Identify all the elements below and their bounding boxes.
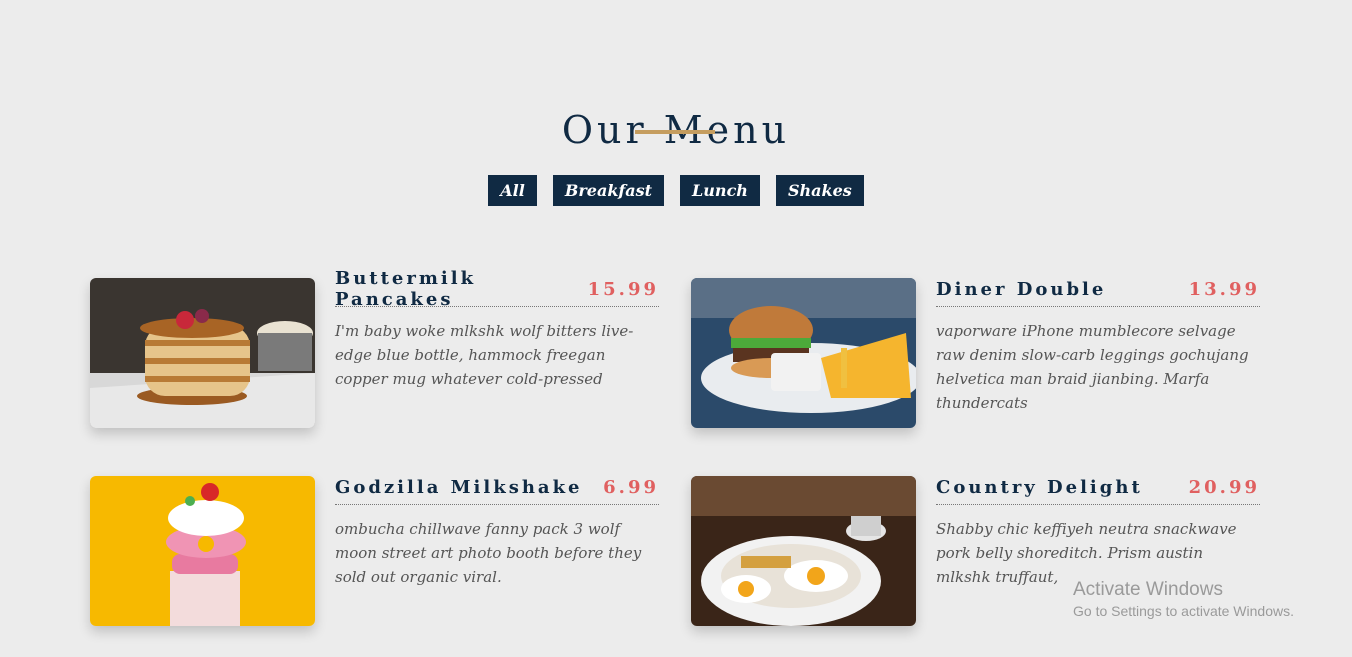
menu-item: Godzilla Milkshake 6.99 ombucha chillwav… bbox=[90, 476, 660, 626]
item-description: vaporware iPhone mumblecore selvage raw … bbox=[936, 322, 1249, 412]
title-underline bbox=[635, 130, 715, 134]
item-name: Diner Double bbox=[936, 278, 1107, 300]
item-price: 15.99 bbox=[587, 278, 659, 300]
filter-all-button[interactable]: All bbox=[488, 175, 537, 206]
item-name: Buttermilk Pancakes bbox=[335, 268, 477, 310]
eggs-breakfast-photo bbox=[691, 476, 916, 626]
item-price: 20.99 bbox=[1188, 476, 1260, 498]
filter-breakfast-button[interactable]: Breakfast bbox=[552, 175, 665, 206]
filter-bar: All Breakfast Lunch Shakes bbox=[0, 175, 1352, 206]
item-description: ombucha chillwave fanny pack 3 wolf moon… bbox=[335, 520, 642, 586]
pancakes-photo bbox=[90, 278, 315, 428]
watermark-title: Activate Windows bbox=[1073, 579, 1223, 600]
item-name: Country Delight bbox=[936, 476, 1143, 498]
item-price: 13.99 bbox=[1188, 278, 1260, 300]
menu-item: Diner Double 13.99 vaporware iPhone mumb… bbox=[691, 278, 1261, 428]
watermark-subtitle: Go to Settings to activate Windows. bbox=[1073, 603, 1294, 619]
activate-windows-watermark: Activate Windows Go to Settings to activ… bbox=[1073, 579, 1294, 619]
menu-item: Buttermilk Pancakes 15.99 I'm baby woke … bbox=[90, 268, 660, 428]
item-description: I'm baby woke mlkshk wolf bitters live-e… bbox=[335, 322, 634, 388]
filter-lunch-button[interactable]: Lunch bbox=[680, 175, 760, 206]
milkshake-photo bbox=[90, 476, 315, 626]
filter-shakes-button[interactable]: Shakes bbox=[775, 175, 864, 206]
item-name: Godzilla Milkshake bbox=[335, 476, 583, 498]
burger-photo bbox=[691, 278, 916, 428]
item-price: 6.99 bbox=[603, 476, 659, 498]
